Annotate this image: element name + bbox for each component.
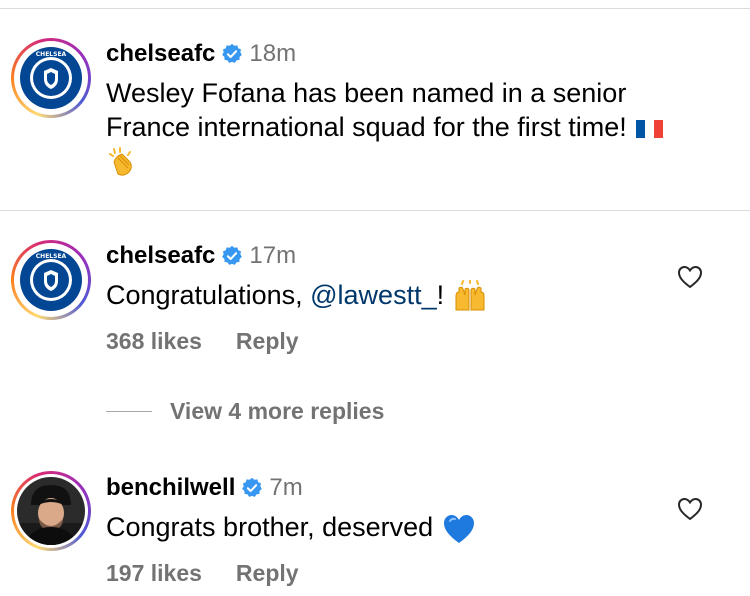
svg-text:CHELSEA: CHELSEA [36, 253, 67, 260]
likes-count[interactable]: 368 likes [106, 328, 202, 355]
blue-heart-icon [443, 514, 474, 543]
post-divider [0, 210, 750, 211]
benchilwell-avatar[interactable] [11, 471, 91, 551]
likes-count[interactable]: 197 likes [106, 560, 202, 587]
france-flag-icon [636, 119, 664, 138]
chelseafc-avatar[interactable]: CHELSEA [11, 38, 91, 118]
verified-badge-icon [222, 43, 243, 63]
view-more-replies[interactable]: View 4 more replies [106, 398, 384, 425]
chelsea-crest-icon: CHELSEA [17, 44, 85, 112]
comment-meta: 197 likes Reply [106, 560, 299, 587]
comment-meta: 368 likes Reply [106, 328, 299, 355]
clapping-hands-icon [109, 146, 132, 176]
comment-username[interactable]: chelseafc [106, 242, 215, 270]
caption-line-2: France international squad for the first… [106, 112, 627, 142]
svg-text:CHELSEA: CHELSEA [36, 51, 67, 58]
post-time: 18m [249, 40, 297, 67]
chelsea-crest-icon: CHELSEA [17, 246, 85, 314]
comment-text-prefix: Congratulations, [106, 280, 311, 310]
comment-username[interactable]: benchilwell [106, 474, 235, 502]
comment-text-suffix: ! [436, 280, 445, 310]
comment-text: Congratulations, @lawestt_! [106, 278, 488, 314]
caption-line-1: Wesley Fofana has been named in a senior [106, 78, 627, 108]
verified-badge-icon [222, 245, 243, 265]
comment-time: 17m [249, 242, 297, 269]
post-caption-text: Wesley Fofana has been named in a senior… [106, 76, 666, 180]
verified-badge-icon [242, 477, 263, 497]
comment-time: 7m [269, 474, 303, 501]
top-divider [0, 8, 750, 9]
profile-photo-icon [17, 477, 85, 545]
comment-body: Congrats brother, deserved [106, 512, 434, 542]
view-more-dash [106, 411, 152, 412]
like-heart-icon[interactable] [677, 497, 703, 521]
comment-text: Congrats brother, deserved [106, 510, 477, 546]
raising-hands-icon [455, 279, 485, 311]
view-more-label: View 4 more replies [170, 398, 385, 424]
mention-link[interactable]: @lawestt_ [310, 280, 436, 310]
chelseafc-comment-avatar[interactable]: CHELSEA [11, 240, 91, 320]
reply-button[interactable]: Reply [236, 560, 299, 587]
post-username[interactable]: chelseafc [106, 40, 215, 68]
like-heart-icon[interactable] [677, 265, 703, 289]
reply-button[interactable]: Reply [236, 328, 299, 355]
